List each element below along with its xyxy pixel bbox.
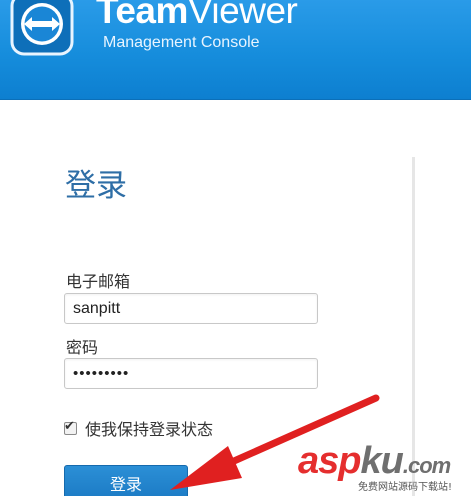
brand-subtitle: Management Console — [103, 34, 260, 51]
brand-title-regular: Viewer — [187, 0, 298, 31]
watermark-com: .com — [402, 453, 451, 478]
remember-me-checkbox[interactable]: ✔ — [64, 418, 77, 435]
email-field[interactable]: sanpitt — [64, 293, 318, 324]
brand-title: TeamViewer — [96, 0, 298, 32]
watermark-asp: asp — [298, 440, 361, 482]
email-label: 电子邮箱 — [66, 272, 131, 291]
remember-me-row[interactable]: ✔ 使我保持登录状态 — [64, 418, 214, 439]
aspku-watermark: aspku.com 免费网站源码下载站! — [298, 440, 468, 496]
teamviewer-logo-icon — [10, 0, 74, 56]
login-title: 登录 — [65, 168, 127, 204]
password-field[interactable]: ••••••••• — [64, 358, 318, 389]
login-page: TeamViewer Management Console 登录 电子邮箱 sa… — [0, 0, 471, 496]
login-button[interactable]: 登录 — [64, 465, 188, 496]
checkmark-icon: ✔ — [64, 418, 75, 434]
remember-me-label: 使我保持登录状态 — [85, 420, 214, 439]
brand-title-bold: Team — [96, 0, 188, 31]
watermark-ku: ku — [360, 440, 403, 482]
watermark-subtitle: 免费网站源码下载站! — [358, 482, 453, 493]
password-label: 密码 — [66, 338, 99, 357]
header-banner: TeamViewer Management Console — [0, 0, 471, 100]
